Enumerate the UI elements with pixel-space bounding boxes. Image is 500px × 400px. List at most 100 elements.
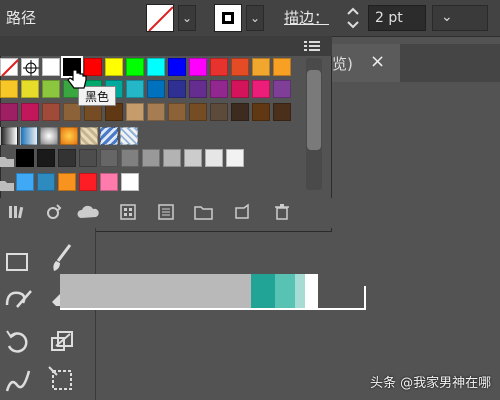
paintbrush-tool-icon[interactable] [46, 242, 78, 274]
swatch-row6-4[interactable] [100, 173, 118, 191]
swatch-row1-9[interactable] [189, 58, 207, 76]
close-tab-icon[interactable]: × [370, 51, 385, 72]
swatch-row3-12[interactable] [252, 103, 270, 121]
swatch-gradient-orange[interactable] [60, 127, 78, 145]
swatch-row1-5[interactable] [105, 58, 123, 76]
free-transform-tool-icon[interactable] [46, 364, 78, 396]
swatch-row2-11[interactable] [231, 80, 249, 98]
swatch-row3-11[interactable] [231, 103, 249, 121]
swatch-row5-2[interactable] [58, 149, 76, 167]
swatch-row2-8[interactable] [168, 80, 186, 98]
stroke-dropdown-button[interactable]: ⌄ [246, 5, 264, 31]
swatch-row2-13[interactable] [273, 80, 291, 98]
swatch-options-icon[interactable] [156, 202, 176, 222]
swatch-row6-3[interactable] [79, 173, 97, 191]
swatch-row3-9[interactable] [189, 103, 207, 121]
swatch-row1-2[interactable] [42, 58, 60, 76]
swatch-row1-6[interactable] [126, 58, 144, 76]
rectangle-tool-icon[interactable] [2, 246, 34, 278]
swatch-row2-10[interactable] [210, 80, 228, 98]
swatch-row3-10[interactable] [210, 103, 228, 121]
swatch-registration[interactable] [21, 58, 39, 76]
swatch-row3-1[interactable] [21, 103, 39, 121]
swatch-row1-8[interactable] [168, 58, 186, 76]
rotate-tool-icon[interactable] [2, 326, 34, 358]
chevron-down-icon: ⌄ [441, 9, 453, 25]
swatch-row5-9[interactable] [205, 149, 223, 167]
stroke-weight-dropdown[interactable]: ⌄ [432, 5, 488, 31]
swatch-row3-7[interactable] [147, 103, 165, 121]
swatch-row3-6[interactable] [126, 103, 144, 121]
swatch-row5-6[interactable] [142, 149, 160, 167]
folder-icon [0, 176, 14, 191]
swatch-gradient-black-white[interactable] [0, 127, 18, 145]
menu-lines-icon [304, 41, 320, 51]
swatch-row1-11[interactable] [231, 58, 249, 76]
swatch-row2-12[interactable] [252, 80, 270, 98]
swatch-row1-12[interactable] [252, 58, 270, 76]
swatch-pattern-3[interactable] [120, 127, 138, 145]
fill-swatch-none[interactable] [146, 4, 174, 32]
swatch-pattern-2[interactable] [100, 127, 118, 145]
swatch-pattern-1[interactable] [80, 127, 98, 145]
document-tab-title: 览) [332, 55, 353, 73]
swatch-row3-8[interactable] [168, 103, 186, 121]
swatch-gradient-radial[interactable] [40, 127, 58, 145]
delete-swatch-icon[interactable] [272, 202, 292, 222]
swatch-row3-0[interactable] [0, 103, 18, 121]
cloud-library-icon[interactable] [76, 202, 102, 222]
gradient-baseline [60, 308, 366, 310]
swatches-footer [0, 198, 332, 228]
chevron-down-icon: ⌄ [249, 11, 261, 25]
swatch-row2-6[interactable] [126, 80, 144, 98]
gradient-segment [305, 274, 318, 310]
fill-dropdown-button[interactable]: ⌄ [178, 5, 196, 31]
swatch-row6-5[interactable] [121, 173, 139, 191]
scrollbar-thumb[interactable] [307, 70, 321, 150]
stroke-weight-stepper[interactable] [342, 3, 364, 33]
folder-icon [0, 152, 14, 167]
swatch-row5-1[interactable] [37, 149, 55, 167]
swatch-row5-8[interactable] [184, 149, 202, 167]
swatch-row2-2[interactable] [42, 80, 60, 98]
place-swatch-icon[interactable] [44, 202, 64, 222]
shaper-tool-icon[interactable] [2, 282, 34, 314]
stepper-arrows-icon [347, 7, 359, 29]
swatch-none[interactable] [0, 58, 19, 77]
stroke-square-icon [222, 12, 234, 24]
stroke-swatch-black[interactable] [214, 4, 242, 32]
swatch-row2-7[interactable] [147, 80, 165, 98]
swatch-row6-1[interactable] [37, 173, 55, 191]
swatch-row2-1[interactable] [21, 80, 39, 98]
swatch-row2-9[interactable] [189, 80, 207, 98]
hand-cursor-icon [66, 68, 88, 92]
swatch-kind-icon[interactable] [118, 202, 138, 222]
swatch-row3-2[interactable] [42, 103, 60, 121]
warp-tool-icon[interactable] [2, 364, 34, 396]
swatch-row5-3[interactable] [79, 149, 97, 167]
swatch-row5-0[interactable] [16, 149, 34, 167]
swatch-row6-2[interactable] [58, 173, 76, 191]
swatch-row1-10[interactable] [210, 58, 228, 76]
swatch-row1-7[interactable] [147, 58, 165, 76]
swatch-row3-13[interactable] [273, 103, 291, 121]
swatch-row5-7[interactable] [163, 149, 181, 167]
new-swatch-icon[interactable] [232, 202, 252, 222]
stroke-weight-input[interactable]: 2 pt [368, 5, 426, 31]
swatch-library-icon[interactable] [6, 202, 26, 222]
swatch-row6-0[interactable] [16, 173, 34, 191]
document-tab[interactable]: 览) × [330, 44, 400, 82]
panel-menu-icon[interactable] [302, 38, 322, 54]
new-color-group-icon[interactable] [194, 202, 214, 222]
swatch-row5-5[interactable] [121, 149, 139, 167]
stroke-label[interactable]: 描边： [284, 7, 329, 28]
swatch-row5-10[interactable] [226, 149, 244, 167]
swatch-row1-13[interactable] [273, 58, 291, 76]
swatch-row5-4[interactable] [100, 149, 118, 167]
chevron-down-icon: ⌄ [181, 11, 193, 25]
watermark-text: 头条 @我家男神在哪 [370, 376, 492, 391]
scale-tool-icon[interactable] [46, 326, 78, 358]
swatch-row2-0[interactable] [0, 80, 18, 98]
swatch-gradient-blue[interactable] [20, 127, 38, 145]
gradient-bar [60, 274, 318, 310]
